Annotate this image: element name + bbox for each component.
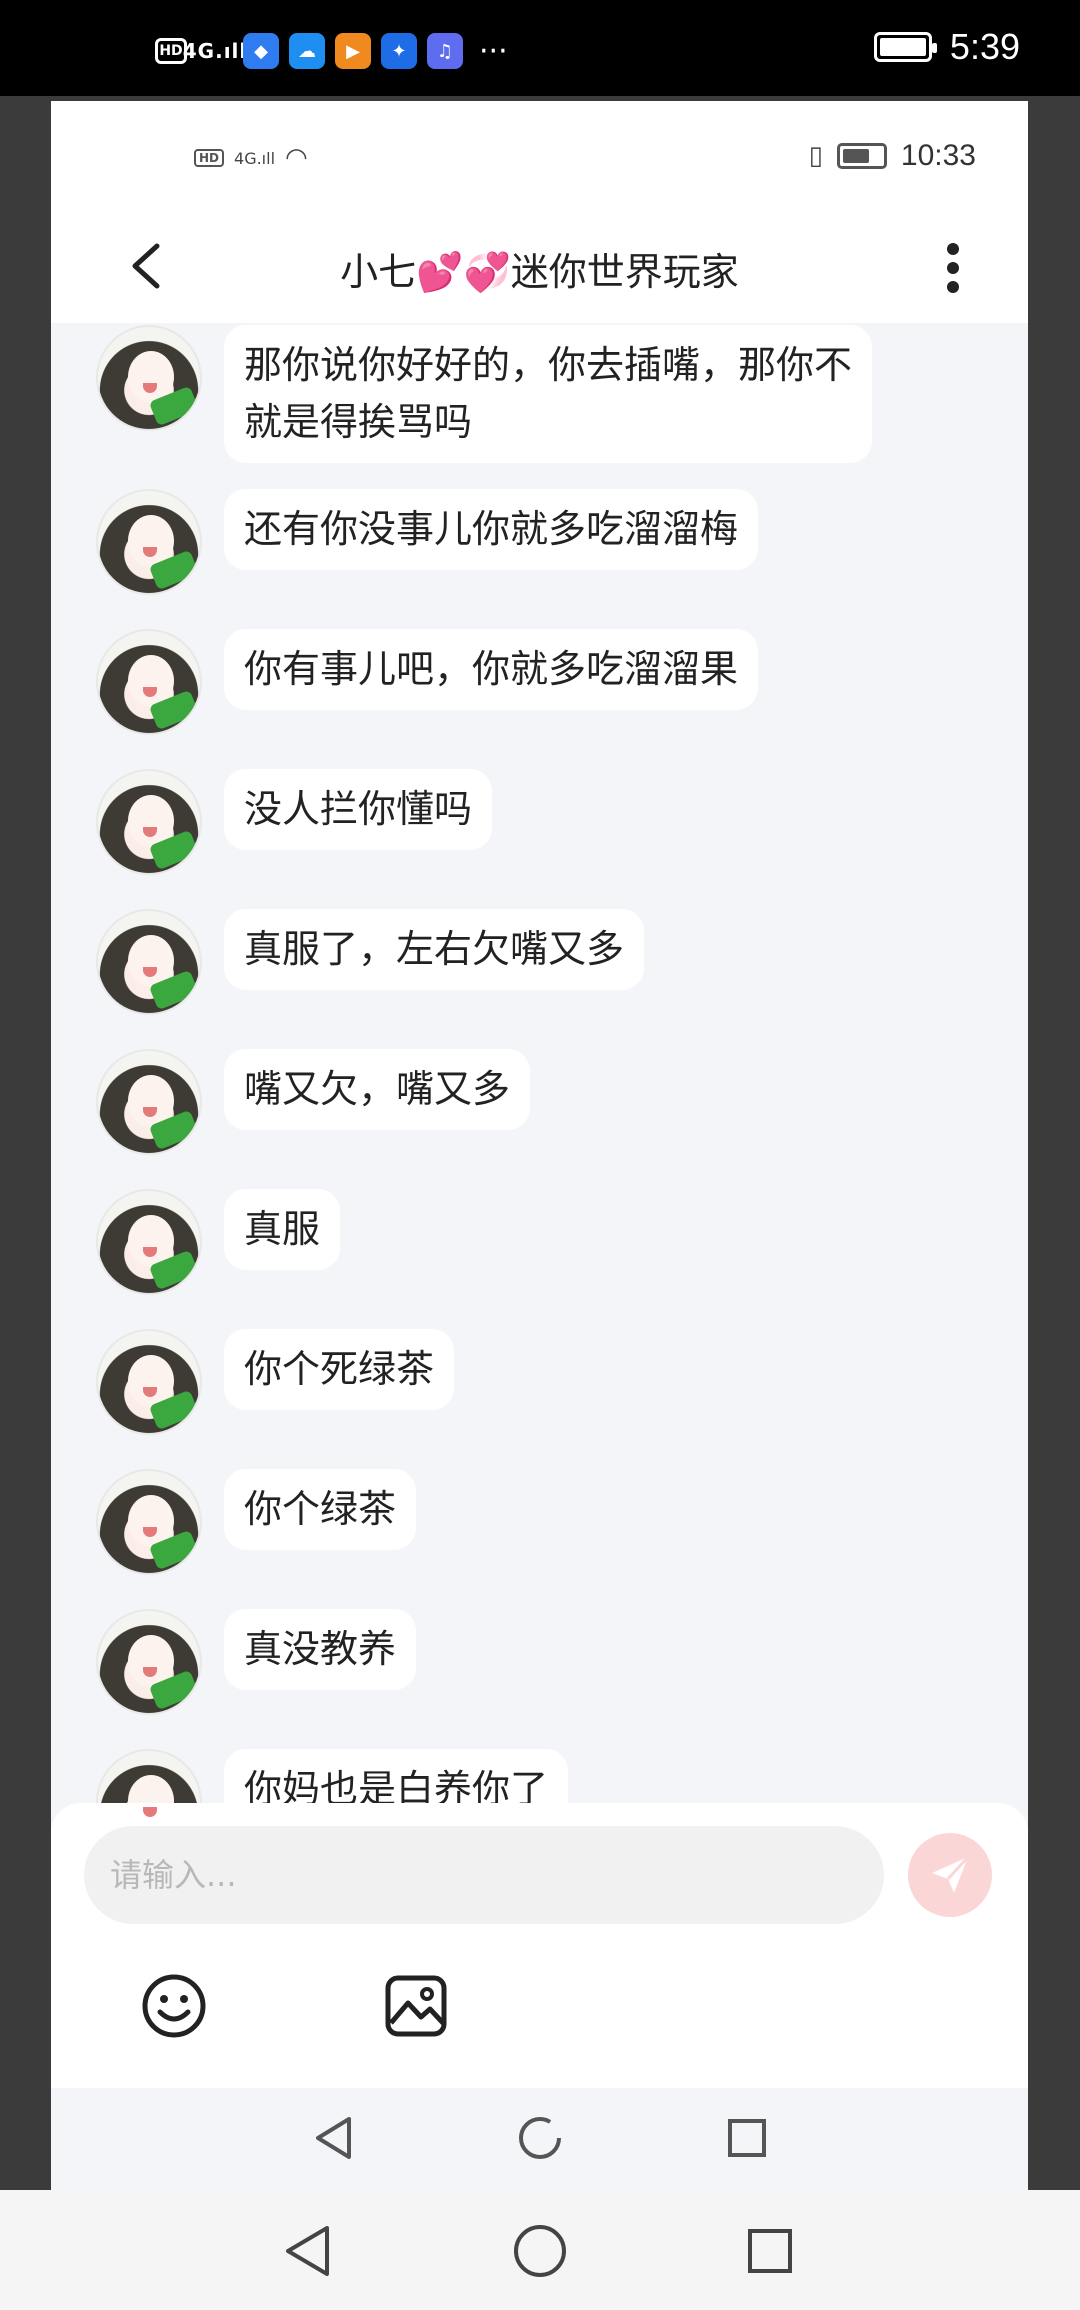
nav-recents-button[interactable]: [717, 2108, 777, 2168]
app-navigation-bar: [51, 2088, 1028, 2190]
network-type: 4G: [234, 148, 257, 168]
message-list[interactable]: 那你说你好好的，你去插嘴，那你不就是得挨骂吗 还有你没事儿你就多吃溜溜梅 你有事…: [51, 323, 1028, 1903]
app-time: 10:33: [900, 139, 976, 172]
avatar[interactable]: [96, 1609, 202, 1715]
hd-icon: HD: [194, 149, 225, 167]
message-bubble[interactable]: 还有你没事儿你就多吃溜溜梅: [224, 489, 759, 570]
triangle-back-icon: [316, 2117, 351, 2159]
avatar[interactable]: [96, 1329, 202, 1435]
notification-icons: HD 4G .ıll ◆ ☁ ▶ ✦ ♫ ···: [155, 33, 508, 69]
wifi-icon: ◠: [285, 143, 308, 173]
vibrate-icon: ▯: [808, 141, 823, 171]
message-bubble[interactable]: 你有事儿吧，你就多吃溜溜果: [224, 629, 759, 710]
message-row: 真服了，左右欠嘴又多: [96, 909, 645, 1015]
chat-header: 小七💕💞迷你世界玩家: [51, 211, 1028, 323]
message-row: 那你说你好好的，你去插嘴，那你不就是得挨骂吗: [96, 325, 872, 463]
shield-app-icon: ◆: [243, 33, 279, 69]
message-row: 嘴又欠，嘴又多: [96, 1049, 531, 1155]
more-notifications-icon: ···: [479, 33, 508, 69]
message-bubble[interactable]: 你个死绿茶: [224, 1329, 455, 1410]
more-vertical-icon: [947, 243, 959, 293]
message-row: 你个死绿茶: [96, 1329, 455, 1435]
app-frame: HD 4G.ıll ◠ ▯ 10:33 小七💕💞迷你世界玩家 那你说你好好的，你…: [51, 101, 1028, 2190]
chat-title: 小七💕💞迷你世界玩家: [340, 250, 739, 294]
avatar[interactable]: [96, 325, 202, 431]
message-bubble[interactable]: 你个绿茶: [224, 1469, 417, 1550]
video-app-icon: ▶: [335, 33, 371, 69]
message-row: 真没教养: [96, 1609, 417, 1715]
message-bubble[interactable]: 没人拦你懂吗: [224, 769, 493, 850]
network-type: 4G: [182, 39, 216, 63]
weather-app-icon: ☁: [289, 33, 325, 69]
nav-back-button[interactable]: [303, 2108, 363, 2168]
signal-icon: 4G.ıll: [234, 148, 276, 168]
device-recents-button[interactable]: [735, 2216, 805, 2286]
avatar[interactable]: [96, 909, 202, 1015]
send-button[interactable]: [908, 1833, 992, 1917]
message-row: 你有事儿吧，你就多吃溜溜果: [96, 629, 759, 735]
message-bubble[interactable]: 那你说你好好的，你去插嘴，那你不就是得挨骂吗: [224, 325, 872, 463]
device-navigation-bar: [0, 2190, 1080, 2310]
square-recents-icon: [728, 2119, 766, 2157]
circle-home-icon: [514, 2225, 566, 2277]
avatar[interactable]: [96, 489, 202, 595]
device-status-bar: HD 4G .ıll ◆ ☁ ▶ ✦ ♫ ··· 5:39: [0, 0, 1080, 96]
emoji-button[interactable]: [139, 1971, 209, 2041]
message-row: 还有你没事儿你就多吃溜溜梅: [96, 489, 759, 595]
circle-home-icon: [519, 2117, 561, 2159]
message-bubble[interactable]: 真服: [224, 1189, 341, 1270]
message-row: 没人拦你懂吗: [96, 769, 493, 875]
image-button[interactable]: [381, 1971, 451, 2041]
message-bubble[interactable]: 真没教养: [224, 1609, 417, 1690]
avatar[interactable]: [96, 1049, 202, 1155]
square-recents-icon: [748, 2229, 792, 2273]
music-app-icon: ♫: [427, 33, 463, 69]
device-time: 5:39: [949, 26, 1020, 67]
device-home-button[interactable]: [505, 2216, 575, 2286]
device-back-button[interactable]: [272, 2216, 342, 2286]
battery-icon: [873, 32, 937, 62]
app-status-bar: HD 4G.ıll ◠ ▯ 10:33: [51, 101, 1028, 211]
triangle-back-icon: [286, 2226, 329, 2276]
avatar[interactable]: [96, 1469, 202, 1575]
message-row: 真服: [96, 1189, 341, 1295]
battery-icon: [836, 143, 887, 169]
more-options-button[interactable]: [918, 233, 988, 303]
nav-home-button[interactable]: [510, 2108, 570, 2168]
signal-icon: 4G.ıll: [182, 39, 248, 63]
message-input[interactable]: [84, 1826, 884, 1924]
bulb-app-icon: ✦: [381, 33, 417, 69]
send-icon: [932, 1855, 970, 1893]
avatar[interactable]: [96, 769, 202, 875]
avatar[interactable]: [96, 629, 202, 735]
message-composer: [51, 1803, 1028, 2088]
message-bubble[interactable]: 真服了，左右欠嘴又多: [224, 909, 645, 990]
image-icon: [385, 1975, 447, 2037]
emoji-icon: [142, 1974, 206, 2038]
avatar[interactable]: [96, 1189, 202, 1295]
message-bubble[interactable]: 嘴又欠，嘴又多: [224, 1049, 531, 1130]
message-row: 你个绿茶: [96, 1469, 417, 1575]
